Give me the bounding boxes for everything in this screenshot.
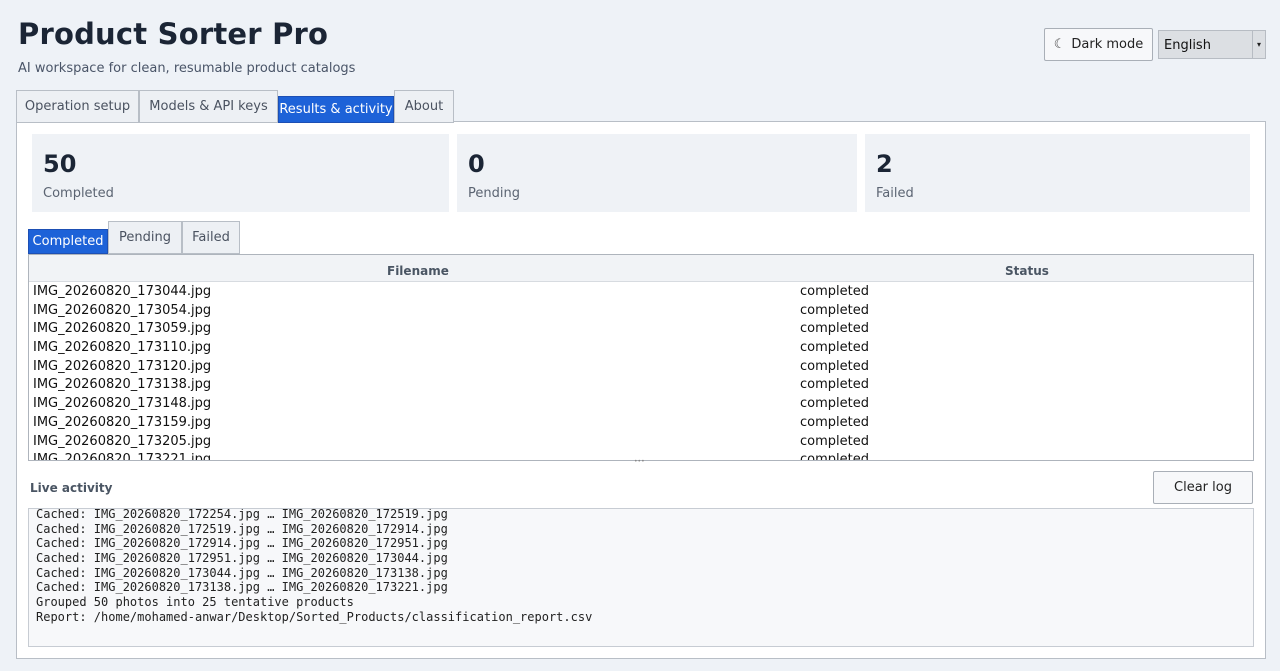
log-line: Cached: IMG_20260820_173044.jpg … IMG_20…	[36, 565, 448, 580]
table-row[interactable]: IMG_20260820_173148.jpg completed	[29, 395, 1253, 414]
language-value: English	[1164, 38, 1211, 53]
filename-cell: IMG_20260820_173044.jpg	[33, 284, 212, 299]
table-row[interactable]: IMG_20260820_173205.jpg completed	[29, 433, 1253, 452]
stat-label: Failed	[876, 186, 914, 201]
clear-log-button[interactable]: Clear log	[1153, 471, 1253, 504]
log-line: Cached: IMG_20260820_173138.jpg … IMG_20…	[36, 580, 448, 595]
results-table: Filename Status IMG_20260820_173044.jpgc…	[28, 254, 1254, 461]
stat-label: Pending	[468, 186, 520, 201]
log-line: Grouped 50 photos into 25 tentative prod…	[36, 595, 354, 610]
moon-icon: ☾	[1053, 37, 1066, 52]
tab-models-api-keys[interactable]: Models & API keys	[139, 90, 278, 123]
chevron-down-icon: ▾	[1252, 31, 1265, 58]
stat-value: 50	[43, 150, 77, 178]
table-body: IMG_20260820_173044.jpg completed IMG_2026…	[29, 283, 1253, 461]
stat-card-pending: 0 Pending	[457, 134, 857, 212]
filename-cell: IMG_20260820_173059.jpg	[33, 321, 212, 337]
subtab-pending[interactable]: Pending	[108, 221, 182, 254]
filename-cell: IMG_20260820_173159.jpg	[33, 414, 212, 430]
table-row[interactable]: IMG_20260820_173110.jpg completed	[29, 339, 1253, 358]
filename-cell: IMG_20260820_173138.jpg	[33, 377, 212, 393]
filename-cell: IMG_20260820_173221.jpg	[33, 452, 212, 461]
subtab-failed[interactable]: Failed	[182, 221, 240, 254]
filename-cell: IMG_20260820_173120.jpg	[33, 358, 212, 374]
table-row[interactable]: IMG_20260820_173120.jpg completed	[29, 358, 1253, 377]
stat-value: 0	[468, 150, 485, 178]
tab-results-activity[interactable]: Results & activity	[278, 96, 394, 123]
log-line: Cached: IMG_20260820_172519.jpg … IMG_20…	[36, 521, 448, 536]
status-cell: completed	[800, 321, 869, 337]
stat-card-failed: 2 Failed	[865, 134, 1250, 212]
column-header-filename[interactable]: Filename	[387, 264, 449, 278]
status-cell: completed	[800, 377, 869, 393]
table-row[interactable]: IMG_20260820_173044.jpg completed	[29, 283, 1253, 302]
table-row[interactable]: IMG_20260820_173159.jpg completed	[29, 414, 1253, 433]
filename-cell: IMG_20260820_173110.jpg	[33, 340, 212, 356]
filename-cell: IMG_20260820_173054.jpg	[33, 302, 212, 318]
status-cell: completed	[800, 340, 869, 356]
tab-operation-setup[interactable]: Operation setup	[16, 90, 139, 123]
status-cell: completed	[800, 358, 869, 374]
log-line: Cached: IMG_20260820_172951.jpg … IMG_20…	[36, 551, 448, 566]
filename-cell: IMG_20260820_173205.jpg	[33, 433, 212, 449]
app-title: Product Sorter Pro	[18, 17, 329, 51]
column-header-status[interactable]: Status	[1005, 264, 1049, 278]
app-subtitle: AI workspace for clean, resumable produc…	[18, 61, 356, 76]
dark-mode-button[interactable]: ☾ Dark mode	[1044, 28, 1153, 61]
status-cell: completed	[800, 452, 869, 461]
subtab-completed[interactable]: Completed	[28, 229, 108, 254]
table-row[interactable]: IMG_20260820_173054.jpg completed	[29, 302, 1253, 321]
live-activity-label: Live activity	[30, 481, 113, 495]
language-select[interactable]: English ▾	[1158, 30, 1266, 59]
dark-mode-label: Dark mode	[1071, 37, 1144, 52]
table-row[interactable]: IMG_20260820_173138.jpg completed	[29, 376, 1253, 395]
splitter-handle[interactable]: •••	[634, 459, 648, 465]
filename-cell: IMG_20260820_173148.jpg	[33, 396, 212, 412]
stat-value: 2	[876, 150, 893, 178]
log-lines: Cached: IMG_20260820_172254.jpg … IMG_20…	[36, 508, 593, 625]
status-cell: completed	[800, 284, 869, 299]
tab-about[interactable]: About	[394, 90, 454, 123]
status-cell: completed	[800, 433, 869, 449]
activity-log: Cached: IMG_20260820_172254.jpg … IMG_20…	[28, 508, 1254, 647]
status-cell: completed	[800, 414, 869, 430]
log-line: Cached: IMG_20260820_172254.jpg … IMG_20…	[36, 508, 448, 521]
stat-card-completed: 50 Completed	[32, 134, 449, 212]
log-line: Report: /home/mohamed-anwar/Desktop/Sort…	[36, 609, 593, 624]
log-line: Cached: IMG_20260820_172914.jpg … IMG_20…	[36, 536, 448, 551]
table-header: Filename Status	[29, 255, 1253, 282]
stat-label: Completed	[43, 186, 114, 201]
table-row[interactable]: IMG_20260820_173059.jpg completed	[29, 320, 1253, 339]
status-cell: completed	[800, 396, 869, 412]
status-cell: completed	[800, 302, 869, 318]
